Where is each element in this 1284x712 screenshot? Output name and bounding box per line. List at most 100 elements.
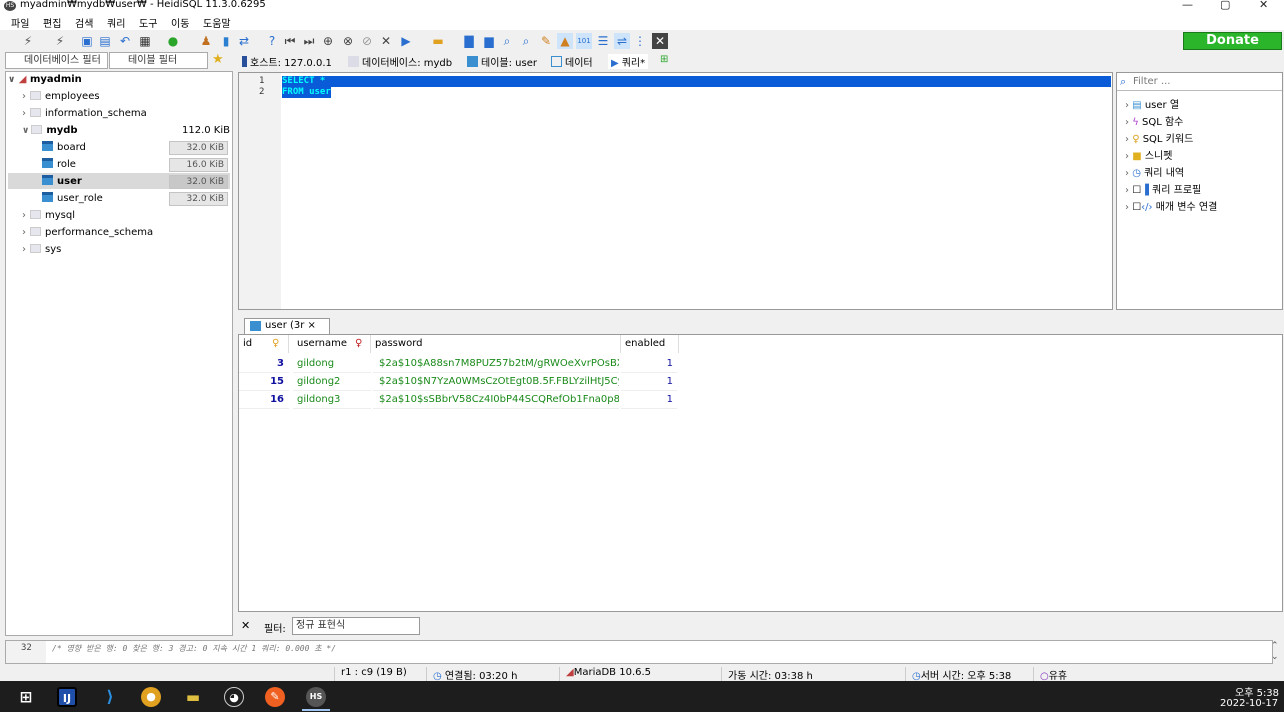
cell-username[interactable]: gildong3	[293, 391, 371, 409]
postman-icon[interactable]: ✎	[265, 687, 285, 707]
cell-password[interactable]: $2a$10$N7YzA0WMsCzOtEgt0B.5F.FBLYzilHtJ5…	[373, 373, 619, 391]
helper-item-keywords[interactable]: › ♀ SQL 키워드	[1125, 130, 1193, 145]
checkbox-icon[interactable]: ☐	[1132, 202, 1141, 213]
helper-item-columns[interactable]: › ▤ user 열	[1125, 96, 1179, 111]
tree-table-role[interactable]: role	[42, 157, 76, 173]
column-header-username[interactable]: username ♀	[289, 335, 371, 353]
tree-table-user[interactable]: user	[42, 174, 82, 190]
github-icon[interactable]: ◕	[224, 687, 244, 707]
close-window-button[interactable]: ✕	[1259, 0, 1268, 11]
helper-item-snippets[interactable]: › ■ 스니펫	[1125, 147, 1172, 162]
heidisql-taskbar-icon[interactable]: HS	[306, 687, 326, 707]
cell-enabled[interactable]: 1	[621, 391, 677, 409]
database-filter-input[interactable]: 데이터베이스 필터	[5, 52, 108, 69]
post-icon[interactable]: ⊘	[359, 33, 375, 49]
menu-edit[interactable]: 편집	[43, 15, 61, 30]
find-icon[interactable]: ⌕	[499, 33, 515, 49]
save-snippet-icon[interactable]: ▆	[481, 33, 497, 49]
disconnect-icon[interactable]: ⚡	[52, 33, 68, 49]
file-explorer-icon[interactable]: ▬	[183, 687, 203, 707]
user-manager-icon[interactable]: ♟	[198, 33, 214, 49]
new-query-tab-icon[interactable]: ⊞	[660, 54, 668, 65]
tree-db-mydb[interactable]: ∨ mydb 112.0 KiB	[22, 123, 230, 139]
cell-username[interactable]: gildong	[293, 355, 371, 373]
log-scroll-down-icon[interactable]: ⌄	[1271, 652, 1279, 662]
sql-editor[interactable]: 1 2 SELECT * FROM user	[238, 72, 1113, 310]
cell-id[interactable]: 3	[239, 355, 289, 373]
tree-db-mysql[interactable]: › mysql	[22, 208, 75, 224]
helper-filter-input[interactable]: Filter ...	[1117, 73, 1282, 91]
tree-db-information-schema[interactable]: › information_schema	[22, 106, 147, 122]
copy-icon[interactable]: ▣	[79, 33, 95, 49]
menu-tools[interactable]: 도구	[139, 15, 157, 30]
cell-enabled[interactable]: 1	[621, 355, 677, 373]
helper-item-profile[interactable]: › ☐▐ 쿼리 프로필	[1125, 181, 1201, 196]
last-record-icon[interactable]: ⏭	[301, 33, 317, 49]
reformat-icon[interactable]: ✎	[538, 33, 554, 49]
table-filter-input[interactable]: 테이블 필터	[109, 52, 208, 69]
tab-table[interactable]: 테이블: user	[467, 54, 537, 69]
close-tab-icon[interactable]: ✕	[652, 33, 668, 49]
checkbox-icon[interactable]: ☐	[1132, 185, 1141, 196]
cell-username[interactable]: gildong2	[293, 373, 371, 391]
maximize-button[interactable]: ▢	[1220, 0, 1230, 11]
helper-item-functions[interactable]: › ϟ SQL 함수	[1125, 113, 1183, 128]
cancel-icon[interactable]: ✕	[378, 33, 394, 49]
column-header-enabled[interactable]: enabled	[621, 335, 679, 353]
sql-log-panel[interactable]: 32 /* 영향 받은 행: 0 찾은 행: 3 경고: 0 지속 시간 1 쿼…	[5, 640, 1273, 664]
close-filter-button[interactable]: ✕	[241, 619, 250, 632]
log-scroll-up-icon[interactable]: ⌃	[1271, 641, 1279, 651]
tab-query[interactable]: ▶ 쿼리*	[608, 54, 649, 69]
windows-start-icon[interactable]: ⊞	[16, 687, 36, 707]
donate-button[interactable]: Donate	[1183, 32, 1282, 50]
tree-table-user-role[interactable]: user_role	[42, 191, 103, 207]
menu-query[interactable]: 쿼리	[107, 15, 125, 30]
vscode-icon[interactable]: ⟩	[100, 687, 120, 707]
replace-icon[interactable]: ⌕	[518, 33, 534, 49]
cell-password[interactable]: $2a$10$sSBbrV58Cz4I0bP44SCQRefOb1Fna0p8Y…	[373, 391, 619, 409]
paste-icon[interactable]: ▤	[97, 33, 113, 49]
tree-db-performance-schema[interactable]: › performance_schema	[22, 225, 153, 241]
tab-data[interactable]: 데이터	[551, 54, 593, 69]
menu-go[interactable]: 이동	[171, 15, 189, 30]
tab-database[interactable]: 데이터베이스: mydb	[348, 54, 452, 69]
execute-query-icon[interactable]: ▶	[398, 33, 414, 49]
cell-password[interactable]: $2a$10$A88sn7M8PUZ57b2tM/gRWOeXvrPOsBXk.…	[373, 355, 619, 373]
column-header-password[interactable]: password	[371, 335, 621, 353]
minimize-button[interactable]: —	[1182, 0, 1193, 11]
connect-icon[interactable]: ⚡	[20, 33, 36, 49]
first-record-icon[interactable]: ⏮	[282, 33, 298, 49]
delete-row-icon[interactable]: ⊗	[340, 33, 356, 49]
tree-table-board[interactable]: board	[42, 140, 86, 156]
menu-help[interactable]: 도움말	[203, 15, 231, 30]
helper-item-bind-params[interactable]: › ☐‹/› 매개 변수 연결	[1125, 198, 1217, 213]
autocomplete-icon[interactable]: ⇌	[614, 33, 630, 49]
open-file-icon[interactable]: ▬	[430, 33, 446, 49]
chrome-icon[interactable]: ●	[141, 687, 161, 707]
menu-search[interactable]: 검색	[75, 15, 93, 30]
intellij-icon[interactable]: IJ	[57, 687, 77, 707]
cell-id[interactable]: 15	[239, 373, 289, 391]
maintenance-icon[interactable]: ▮	[218, 33, 234, 49]
regex-filter-input[interactable]: 정규 표현식	[292, 617, 420, 635]
refresh-icon[interactable]: ●	[165, 33, 181, 49]
cell-id[interactable]: 16	[239, 391, 289, 409]
wrap-icon[interactable]: ☰	[595, 33, 611, 49]
undo-icon[interactable]: ↶	[117, 33, 133, 49]
menu-file[interactable]: 파일	[11, 15, 29, 30]
result-tab[interactable]: user (3r × 4c)	[244, 318, 330, 345]
help-icon[interactable]: ?	[264, 33, 280, 49]
tree-db-employees[interactable]: › employees	[22, 89, 100, 105]
insert-row-icon[interactable]: ⊕	[320, 33, 336, 49]
helper-item-history[interactable]: › ◷ 쿼리 내역	[1125, 164, 1184, 179]
transfer-icon[interactable]: ⇄	[236, 33, 252, 49]
save-icon[interactable]: ▇	[461, 33, 477, 49]
cell-enabled[interactable]: 1	[621, 373, 677, 391]
tree-root-server[interactable]: ∨ ◢ myadmin	[8, 72, 82, 88]
tree-db-sys[interactable]: › sys	[22, 242, 61, 258]
column-header-id[interactable]: id ♀	[239, 335, 289, 353]
binary-icon[interactable]: 101	[576, 33, 592, 49]
print-icon[interactable]: ▦	[137, 33, 153, 49]
tab-host[interactable]: 호스트: 127.0.0.1	[242, 54, 332, 69]
more-icon[interactable]: ⋮	[632, 33, 648, 49]
